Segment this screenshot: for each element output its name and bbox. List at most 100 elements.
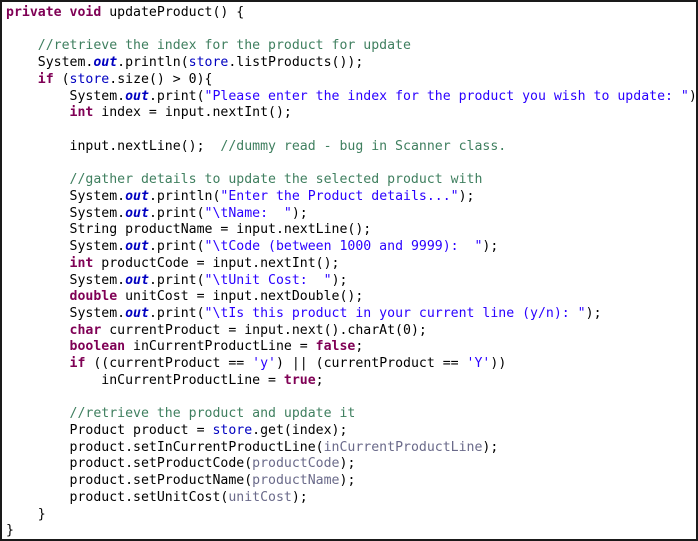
code-token-fld: store — [188, 55, 229, 71]
code-line: System.out.println(store.listProducts())… — [6, 55, 696, 72]
code-token-arg: productName — [252, 473, 340, 489]
code-line: System.out.println("Enter the Product de… — [6, 189, 696, 206]
code-token-str: "Please enter the index for the product … — [204, 88, 689, 104]
code-token-pln: .get(index); — [252, 422, 348, 438]
code-token-typ: String — [69, 222, 118, 238]
code-token-sfld: out — [93, 55, 118, 71]
code-token-pln: inCurrentProductLine = — [101, 372, 284, 388]
code-token-kw: double — [69, 289, 118, 305]
code-token-pln: } — [6, 523, 14, 539]
code-token-pln: .println( — [148, 188, 221, 204]
code-token-pln: )) — [490, 356, 507, 372]
code-line: //gather details to update the selected … — [6, 172, 696, 189]
code-token-sfld: out — [125, 305, 149, 321]
code-token-pln: product.setProductName( — [69, 473, 253, 489]
code-token-pln: .print( — [148, 239, 205, 255]
code-line: ​ — [6, 22, 696, 39]
code-listing[interactable]: private void updateProduct() {​ //retrie… — [2, 2, 696, 539]
code-line: double unitCost = input.nextDouble(); — [6, 289, 696, 306]
code-line: if ((currentProduct == 'y') || (currentP… — [6, 356, 696, 373]
code-token-pln: ); — [458, 188, 475, 204]
code-token-pln: System. — [69, 272, 126, 288]
code-line: System.out.print("\tCode (between 1000 a… — [6, 239, 696, 256]
code-token-sfld: out — [125, 205, 149, 221]
code-token-pln: ); — [482, 439, 499, 455]
code-token-pln: productCode = input.nextInt(); — [93, 255, 340, 271]
code-token-kw: private — [6, 5, 62, 20]
code-line: System.out.print("\tIs this product in y… — [6, 306, 696, 323]
code-token-pln: .print( — [148, 88, 205, 104]
code-token-pln: ); — [339, 456, 356, 472]
code-token-pln: System. — [69, 239, 126, 255]
code-line: } — [6, 507, 696, 524]
code-line: String productName = input.nextLine(); — [6, 222, 696, 239]
code-token-sfld: out — [125, 188, 149, 204]
code-token-pln: product = — [125, 422, 213, 438]
code-token-pln: updateProduct() { — [101, 5, 245, 20]
code-token-arg: unitCost — [228, 489, 292, 505]
code-token-pln: product.setInCurrentProductLine( — [69, 439, 324, 455]
code-line: product.setUnitCost(unitCost); — [6, 490, 696, 507]
code-token-pln: currentProduct = input.next().charAt(0); — [101, 322, 427, 338]
code-token-str: "\tCode (between 1000 and 9999): " — [204, 239, 483, 255]
code-line: char currentProduct = input.next().charA… — [6, 323, 696, 340]
code-token-kw: int — [69, 105, 94, 121]
code-token-pln: .print( — [148, 305, 205, 321]
code-token-pln: ); — [339, 473, 356, 489]
code-token-str: "\tUnit Cost: " — [204, 272, 332, 288]
code-token-cmt: //dummy read - bug in Scanner class. — [220, 138, 507, 154]
code-token-str: "\tIs this product in your current line … — [204, 305, 586, 321]
code-line: System.out.print("\tName: "); — [6, 206, 696, 223]
code-token-typ: Product — [69, 422, 126, 438]
code-token-pln: ); — [585, 305, 602, 321]
code-token-pln: ); — [291, 205, 308, 221]
code-token-pln: ); — [331, 272, 348, 288]
code-token-kw: if — [37, 71, 54, 87]
code-token-pln: .println( — [117, 55, 189, 71]
code-token-kw: void — [69, 5, 102, 20]
code-line: input.nextLine(); //dummy read - bug in … — [6, 139, 696, 156]
code-line: System.out.print("Please enter the index… — [6, 89, 696, 106]
code-token-str: 'Y' — [466, 356, 491, 372]
code-line: product.setInCurrentProductLine(inCurren… — [6, 440, 696, 457]
code-token-pln: ; — [315, 372, 324, 388]
code-token-pln: .print( — [148, 205, 205, 221]
code-token-pln: ((currentProduct == — [85, 356, 253, 372]
code-token-pln: .size() > 0){ — [109, 71, 213, 87]
code-line: ​ — [6, 390, 696, 407]
code-token-pln: product.setUnitCost( — [69, 489, 229, 505]
code-token-pln: index = input.nextInt(); — [93, 105, 292, 121]
code-token-pln: inCurrentProductLine = — [125, 339, 316, 355]
code-token-cmt: //gather details to update the selected … — [69, 172, 483, 188]
code-token-kw: boolean — [69, 339, 126, 355]
code-token-pln: ); — [291, 489, 308, 505]
code-token-pln: unitCost = input.nextDouble(); — [117, 289, 364, 305]
code-token-fld: store — [69, 71, 110, 87]
code-token-pln: ( — [53, 71, 70, 87]
code-token-str: "Enter the Product details..." — [220, 188, 459, 204]
code-token-pln: .print( — [148, 272, 205, 288]
code-line: private void updateProduct() { — [6, 5, 696, 22]
code-token-arg: inCurrentProductLine — [323, 439, 483, 455]
code-token-pln: System. — [69, 88, 126, 104]
code-token-fld: store — [212, 422, 253, 438]
code-token-pln: ); — [688, 88, 697, 104]
code-token-pln: System. — [69, 188, 126, 204]
code-line: ​ — [6, 122, 696, 139]
code-line: int productCode = input.nextInt(); — [6, 256, 696, 273]
code-token-kw: int — [69, 255, 94, 271]
code-token-pln: System. — [69, 205, 126, 221]
